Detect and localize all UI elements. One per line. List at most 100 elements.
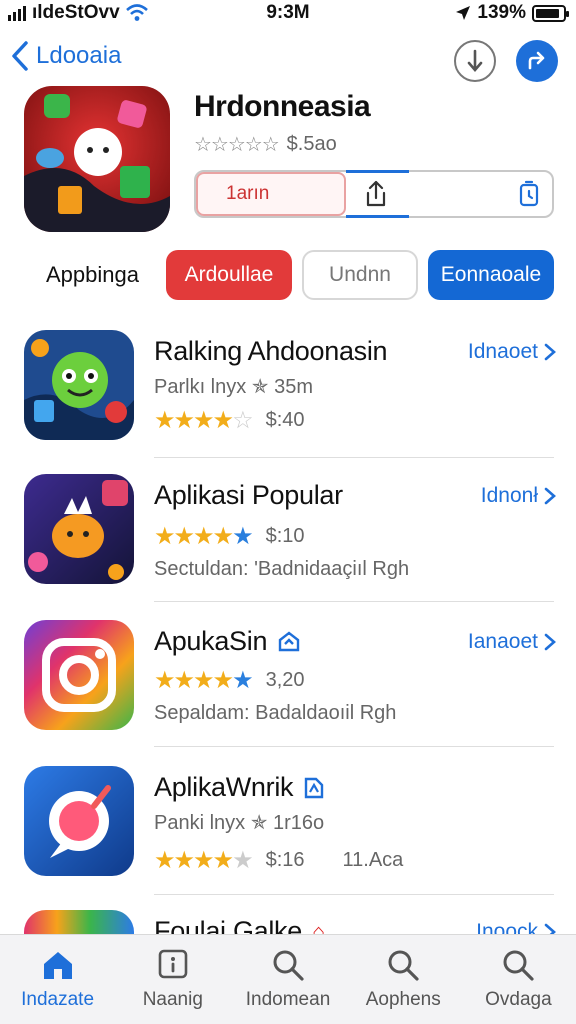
tab-bar: Indazate Naanig Indomean Aophens Ovdaga: [0, 934, 576, 1024]
tab-arcade[interactable]: Aophens: [346, 935, 461, 1024]
app-subtitle: Panki lnyx ✯ 1r16o: [154, 812, 325, 834]
hero-app-meta: ☆☆☆☆☆ $.5ao: [194, 132, 337, 157]
app-icon: [24, 330, 134, 440]
hero-action-bar: 1arın: [194, 170, 554, 218]
rating-stars: ★★★★★: [154, 666, 254, 695]
search-icon: [388, 950, 419, 981]
list-item[interactable]: Aplikasi Popular Idnonł ★★★★★ $:10 Sectu…: [0, 474, 576, 618]
app-name: ApukaSin: [154, 626, 301, 657]
filter-chip-white[interactable]: Undnn: [302, 250, 418, 300]
divider: [154, 457, 554, 458]
rating-stars: ★★★★★: [154, 846, 254, 875]
app-rating-value: $:10: [265, 525, 305, 547]
tab-label: Ovdaga: [485, 989, 552, 1010]
progress-fill-bottom: [346, 215, 409, 218]
stars-rest: ☆: [232, 407, 253, 434]
get-button-label: 1arın: [226, 183, 270, 204]
app-action-label: Idnonł: [480, 484, 538, 507]
progress-fill-top: [346, 170, 409, 173]
filter-label: Appbinga: [46, 262, 139, 287]
divider: [154, 601, 554, 602]
app-icon: [24, 474, 134, 584]
chevron-right-icon: [544, 343, 556, 361]
chevron-right-icon: [544, 633, 556, 651]
divider: [154, 746, 554, 747]
app-extra-info: 11.Aca: [342, 849, 404, 871]
stars-rest: ★: [232, 667, 253, 694]
back-label: Ldooaia: [36, 42, 122, 69]
timer-icon[interactable]: [518, 180, 540, 208]
status-right: 139%: [455, 2, 569, 24]
share-button[interactable]: [516, 40, 558, 82]
tab-today[interactable]: Indazate: [0, 935, 115, 1024]
app-rating-row: ★★★★★ $:16 11.Aca: [154, 846, 403, 875]
tab-label: Indazate: [21, 989, 95, 1010]
stars-rest: ★: [232, 523, 253, 550]
share-icon[interactable]: [364, 179, 388, 209]
app-rating-value: $:40: [265, 409, 305, 431]
app-rating-row: ★★★★★ $:10: [154, 522, 305, 551]
app-action-link[interactable]: Idnonł: [481, 484, 556, 508]
search-icon: [273, 950, 304, 981]
battery-level: [536, 8, 560, 18]
badge-icon: [305, 777, 324, 798]
app-action-link[interactable]: Idnaoet: [468, 340, 556, 364]
status-bar: ıldeStOvv 9:3M 139%: [0, 0, 576, 26]
list-item[interactable]: AplikaWnrik Panki lnyx ✯ 1r16o ★★★★★ $:1…: [0, 766, 576, 910]
tab-search[interactable]: Ovdaga: [461, 935, 576, 1024]
tab-label: Naanig: [142, 989, 203, 1010]
app-subtitle: Sepaldam: Badaldaoıil Rgh: [154, 702, 397, 724]
app-action-label: Ianaoet: [467, 630, 538, 653]
battery-percent: 139%: [477, 2, 526, 23]
download-button[interactable]: [454, 40, 496, 82]
search-icon: [503, 950, 535, 981]
app-name-text: Aplikasi Popular: [154, 480, 343, 510]
app-name-text: AplikaWnrik: [154, 772, 294, 802]
app-name: Ralking Ahdoonasin: [154, 336, 388, 367]
get-button[interactable]: 1arın: [196, 172, 346, 216]
stars-full: ★★★★: [154, 523, 234, 550]
tab-games[interactable]: Naanig: [115, 935, 230, 1024]
chevron-left-icon: [12, 41, 28, 71]
app-rating-value: 3,20: [265, 669, 305, 691]
arrow-down-icon: [467, 49, 483, 72]
filter-chip-red[interactable]: Ardoullae: [166, 250, 292, 300]
stars-rest: ★: [232, 847, 253, 874]
app-name-text: Ralking Ahdoonasin: [154, 336, 388, 366]
stars-full: ★★★★: [154, 407, 234, 434]
app-name-text: ApukaSin: [154, 626, 268, 656]
battery-icon: [532, 4, 569, 22]
hero-price: $.5ao: [286, 133, 337, 155]
app-action-link[interactable]: Ianaoet: [468, 630, 556, 654]
app-rating-value: $:16: [265, 849, 305, 871]
app-icon: [24, 766, 134, 876]
app-name: AplikaWnrik: [154, 772, 325, 803]
app-rating-row: ★★★★☆ $:40: [154, 406, 305, 435]
app-action-label: Idnaoet: [467, 340, 538, 363]
rating-stars: ★★★★★: [154, 522, 254, 551]
tab-label: Indomean: [245, 989, 331, 1010]
app-subtitle: Parlkı lnyx ✯ 35m: [154, 376, 314, 398]
filter-chip-blue[interactable]: Eonnaoale: [428, 250, 554, 300]
list-item[interactable]: Ralking Ahdoonasin Idnaoet Parlkı lnyx ✯…: [0, 330, 576, 474]
tab-apps[interactable]: Indomean: [230, 935, 345, 1024]
app-name: Aplikasi Popular: [154, 480, 343, 511]
app-rating-row: ★★★★★ 3,20: [154, 666, 305, 695]
tab-label: Aophens: [365, 989, 441, 1010]
location-arrow-icon: [456, 6, 471, 20]
rating-stars: ★★★★☆: [154, 406, 254, 435]
share-arrow-icon: [528, 51, 545, 70]
hero-app-title: Hrdonneasia: [194, 90, 371, 123]
stars-full: ★★★★: [154, 847, 234, 874]
divider: [154, 894, 554, 895]
home-icon: [43, 952, 72, 979]
app-icon: [24, 620, 134, 730]
hero-app-icon[interactable]: [24, 86, 170, 232]
stars-full: ★★★★: [154, 667, 234, 694]
app-subtitle: Sectuldan: 'Badnidaaçiıl Rgh: [154, 558, 410, 580]
badge-icon: [278, 630, 300, 651]
back-button[interactable]: Ldooaia: [10, 40, 121, 72]
hero-rating-stars: ☆☆☆☆☆: [194, 134, 280, 156]
chevron-right-icon: [544, 487, 556, 505]
list-item[interactable]: ApukaSin Ianaoet ★★★★★ 3,20 Sepaldam: Ba…: [0, 620, 576, 764]
